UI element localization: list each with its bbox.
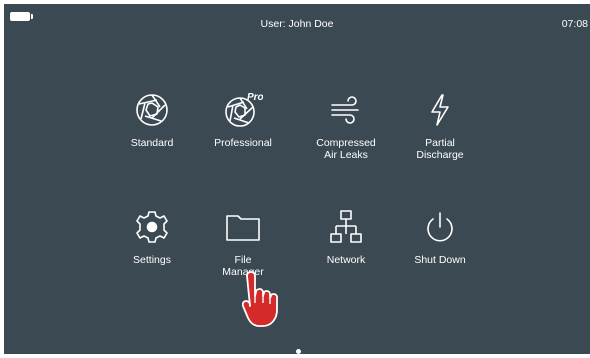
home-screen: User: John Doe 07:08 Standard Pro Profes… — [4, 4, 590, 354]
pro-badge: Pro — [247, 92, 263, 103]
hand-pointer-icon — [242, 271, 278, 327]
camera-aperture-icon — [132, 90, 172, 130]
status-bar: User: John Doe 07:08 — [4, 4, 590, 40]
app-standard[interactable]: Standard — [106, 90, 198, 149]
gear-icon — [132, 207, 172, 247]
clock: 07:08 — [561, 18, 588, 30]
app-label: Partial Discharge — [416, 137, 464, 161]
network-icon — [326, 207, 366, 247]
power-icon — [420, 207, 460, 247]
app-label: Settings — [133, 254, 171, 266]
app-professional[interactable]: Pro Professional — [197, 90, 289, 149]
app-partial-discharge[interactable]: Partial Discharge — [394, 90, 486, 161]
app-compressed-air-leaks[interactable]: Compressed Air Leaks — [300, 90, 392, 161]
wind-icon — [326, 90, 366, 130]
page-indicator-dot — [296, 349, 301, 354]
folder-icon — [223, 207, 263, 247]
app-label: Professional — [214, 137, 272, 149]
app-settings[interactable]: Settings — [106, 207, 198, 266]
app-file-manager[interactable]: File Manager — [197, 207, 289, 278]
app-network[interactable]: Network — [300, 207, 392, 266]
camera-aperture-pro-icon: Pro — [223, 90, 263, 130]
app-label: Standard — [130, 137, 174, 149]
app-shut-down[interactable]: Shut Down — [394, 207, 486, 266]
app-label: Shut Down — [414, 254, 466, 266]
lightning-icon — [420, 90, 460, 130]
user-label: User: John Doe — [260, 18, 334, 30]
app-label: Network — [326, 254, 366, 266]
app-label: Compressed Air Leaks — [316, 137, 376, 161]
